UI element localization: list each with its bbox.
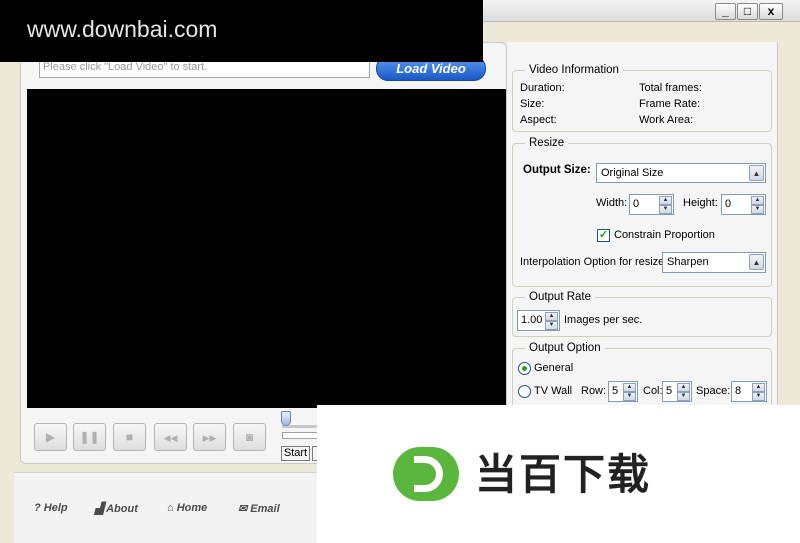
spin-down-icon[interactable]: ▼ — [752, 392, 765, 401]
spin-down-icon[interactable]: ▼ — [545, 321, 558, 330]
watermark-banner: www.downbai.com — [0, 0, 483, 62]
width-stepper[interactable]: 0 ▲ ▼ — [629, 194, 674, 215]
brand-text: 当百下载 — [475, 451, 652, 498]
size-label: Size: — [520, 98, 545, 110]
fast-forward-icon: ▶▶ — [202, 433, 217, 443]
row-value: 5 — [612, 385, 619, 397]
pause-button[interactable]: ❚❚ — [73, 423, 106, 451]
about-link[interactable]: ▟ About — [95, 502, 138, 515]
maximize-button[interactable]: □ — [737, 3, 758, 20]
output-rate-stepper[interactable]: 1.00 ▲ ▼ — [517, 310, 560, 331]
col-spin-arrows[interactable]: ▲ ▼ — [677, 383, 690, 401]
spin-down-icon[interactable]: ▼ — [677, 392, 690, 401]
stop-icon: ■ — [125, 430, 134, 444]
home-link[interactable]: ⌂ Home — [167, 502, 207, 514]
rewind-button[interactable]: ◀◀ — [154, 423, 187, 451]
output-size-select[interactable]: Original Size ▲ — [596, 163, 766, 183]
spin-down-icon[interactable]: ▼ — [623, 392, 636, 401]
resize-legend: Resize — [529, 137, 565, 149]
row-spin-arrows[interactable]: ▲ ▼ — [623, 383, 636, 401]
work-area-label: Work Area: — [639, 114, 694, 126]
fast-forward-button[interactable]: ▶▶ — [193, 423, 226, 451]
width-value: 0 — [633, 198, 640, 210]
play-button[interactable]: ▶ — [34, 423, 67, 451]
spin-up-icon[interactable]: ▲ — [623, 383, 636, 392]
aspect-label: Aspect: — [520, 114, 557, 126]
space-label: Space: — [696, 385, 731, 397]
duration-label: Duration: — [520, 82, 565, 94]
total-frames-label: Total frames: — [639, 82, 702, 94]
email-label: Email — [250, 503, 280, 515]
interpolation-value: Sharpen — [667, 256, 709, 268]
frame-rate-label: Frame Rate: — [639, 98, 701, 110]
pause-icon: ❚❚ — [79, 430, 100, 444]
seek-slider-handle[interactable] — [281, 411, 291, 426]
video-preview — [27, 89, 506, 408]
spin-up-icon[interactable]: ▲ — [752, 383, 765, 392]
output-rate-value: 1.00 — [521, 314, 543, 326]
output-option-legend: Output Option — [529, 342, 601, 354]
spin-up-icon[interactable]: ▲ — [751, 196, 764, 205]
start-button[interactable]: Start — [281, 446, 310, 461]
col-value: 5 — [666, 385, 673, 397]
height-value: 0 — [725, 198, 732, 210]
spin-up-icon[interactable]: ▲ — [659, 196, 672, 205]
spin-up-icon[interactable]: ▲ — [677, 383, 690, 392]
interpolation-select[interactable]: Sharpen ▲ — [662, 252, 766, 273]
space-spin-arrows[interactable]: ▲ ▼ — [752, 383, 765, 401]
space-value: 8 — [735, 385, 742, 397]
home-icon: ⌂ — [167, 502, 177, 514]
rate-spin-arrows[interactable]: ▲ ▼ — [545, 312, 558, 330]
brand-logo-core — [414, 463, 436, 485]
range-track[interactable] — [282, 432, 322, 439]
snapshot-button[interactable]: ◙ — [233, 423, 266, 451]
chevron-down-icon[interactable]: ▲ — [749, 254, 764, 270]
person-icon: ▟ — [95, 503, 107, 515]
constrain-proportion-checkbox[interactable]: ✓ — [597, 229, 610, 242]
camera-icon: ◙ — [245, 430, 254, 444]
rewind-icon: ◀◀ — [163, 433, 178, 443]
close-button[interactable]: x — [759, 3, 783, 20]
height-stepper[interactable]: 0 ▲ ▼ — [721, 194, 766, 215]
play-icon: ▶ — [45, 430, 56, 444]
email-link[interactable]: ✉ Email — [238, 502, 280, 515]
spin-down-icon[interactable]: ▼ — [751, 205, 764, 214]
video-information-legend: Video Information — [529, 64, 619, 76]
output-size-value: Original Size — [601, 167, 664, 179]
about-label: About — [106, 503, 138, 515]
interpolation-label: Interpolation Option for resize: — [520, 256, 668, 268]
height-label: Height: — [683, 197, 718, 209]
col-stepper[interactable]: 5 ▲ ▼ — [662, 381, 692, 402]
tv-wall-radio[interactable] — [518, 385, 531, 398]
row-label: Row: — [581, 385, 607, 397]
spin-up-icon[interactable]: ▲ — [545, 312, 558, 321]
space-stepper[interactable]: 8 ▲ ▼ — [731, 381, 767, 402]
minimize-button[interactable]: _ — [715, 3, 736, 20]
width-spin-arrows[interactable]: ▲ ▼ — [659, 196, 672, 214]
home-label: Home — [176, 502, 208, 514]
constrain-proportion-label: Constrain Proportion — [614, 229, 715, 241]
width-label: Width: — [596, 197, 628, 209]
general-radio[interactable] — [518, 362, 531, 375]
stop-button[interactable]: ■ — [113, 423, 146, 451]
brand-logo-stem — [405, 456, 414, 492]
help-link[interactable]: ? Help — [34, 502, 68, 514]
spin-down-icon[interactable]: ▼ — [659, 205, 672, 214]
row-stepper[interactable]: 5 ▲ ▼ — [608, 381, 638, 402]
height-spin-arrows[interactable]: ▲ ▼ — [751, 196, 764, 214]
output-rate-legend: Output Rate — [529, 291, 592, 303]
output-size-label: Output Size: — [523, 164, 591, 176]
output-rate-unit: Images per sec. — [564, 314, 643, 326]
tv-wall-label: TV Wall — [534, 385, 573, 397]
col-label: Col: — [643, 385, 663, 397]
envelope-icon: ✉ — [238, 503, 251, 515]
chevron-down-icon[interactable]: ▲ — [749, 165, 764, 181]
general-label: General — [534, 362, 574, 374]
